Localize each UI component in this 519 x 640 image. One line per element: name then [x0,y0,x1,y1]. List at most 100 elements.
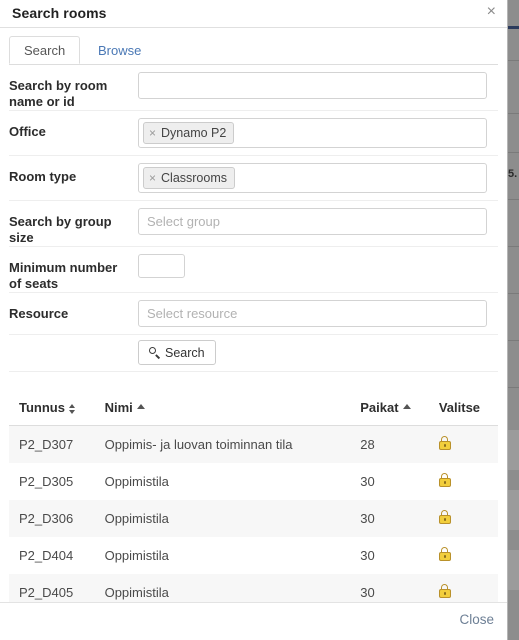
group-size-input[interactable] [138,208,487,235]
search-button[interactable]: Search [138,340,216,365]
room-name-input[interactable] [138,72,487,99]
sort-asc-icon[interactable] [136,404,145,409]
background-rule [508,387,519,388]
column-header-paikat[interactable]: Paikat [360,394,439,426]
label-room-name: Search by room name or id [9,78,108,109]
column-header-valitse: Valitse [438,394,498,426]
lock-icon[interactable] [438,584,451,598]
room-type-token-field[interactable]: × Classrooms [138,163,487,193]
room-type-token-label: Classrooms [161,170,228,185]
cell-valitse [438,537,498,574]
sort-asc-icon[interactable] [402,404,411,409]
table-row[interactable]: P2_D307 Oppimis- ja luovan toiminnan til… [9,425,498,464]
tab-bar: Search Browse [9,36,498,65]
office-token-label: Dynamo P2 [161,125,227,140]
control-min-seats [138,247,498,285]
min-seats-input[interactable] [138,254,185,278]
background-rule [508,199,519,200]
lock-keyhole [443,518,446,521]
modal-title: Search rooms [12,5,107,21]
background-rule [508,152,519,153]
column-header-nimi-label: Nimi [104,400,133,415]
label-room-type: Room type [9,169,77,184]
cell-nimi: Oppimistila [104,548,169,563]
form-row-submit: Search [9,335,498,372]
search-form: Search by room name or id Office × Dynam… [9,65,498,372]
cell-tunnus: P2_D307 [19,437,74,452]
lock-keyhole [443,555,446,558]
results-table: Tunnus Nimi Paikat Valitse P2_D307 Oppim… [9,394,498,611]
cell-paikat: 30 [360,474,375,489]
background-navbar-accent [508,26,519,29]
lock-icon[interactable] [438,547,451,561]
cell-nimi: Oppimistila [104,474,169,489]
background-rule [508,246,519,247]
cell-paikat: 30 [360,548,375,563]
resource-input[interactable] [138,300,487,327]
submit-control: Search [138,335,216,371]
magnifier-icon [149,347,160,358]
column-header-tunnus-label: Tunnus [19,400,65,415]
form-row-room-type: Room type × Classrooms [9,156,498,201]
lock-keyhole [443,481,446,484]
cell-tunnus: P2_D404 [19,548,74,563]
office-token[interactable]: × Dynamo P2 [143,122,235,144]
form-row-group-size: Search by group size [9,201,498,247]
table-row[interactable]: P2_D306 Oppimistila 30 [9,500,498,537]
tab-search[interactable]: Search [9,36,81,64]
results-section: Tunnus Nimi Paikat Valitse P2_D307 Oppim… [9,394,498,611]
cell-valitse [438,500,498,537]
cell-paikat: 28 [360,437,375,452]
control-room-type: × Classrooms [138,156,498,200]
lock-icon[interactable] [438,473,451,487]
cell-paikat: 30 [360,511,375,526]
column-header-paikat-label: Paikat [360,400,399,415]
close-button[interactable]: Close [459,612,494,627]
tab-browse[interactable]: Browse [83,36,156,64]
background-page-strip: 5. [508,0,519,640]
background-visible-text: 5. [508,168,518,180]
submit-spacer [9,335,138,371]
form-row-resource: Resource [9,293,498,335]
label-min-seats: Minimum number of seats [9,260,118,291]
background-block [508,490,519,530]
background-rule [508,340,519,341]
cell-valitse [438,426,498,464]
search-rooms-modal: Search rooms × Search Browse Search by r… [0,0,508,640]
remove-token-icon[interactable]: × [149,124,156,143]
table-row[interactable]: P2_D305 Oppimistila 30 [9,463,498,500]
results-table-head: Tunnus Nimi Paikat Valitse [9,394,498,426]
modal-footer: Close [0,602,507,640]
remove-token-icon[interactable]: × [149,169,156,188]
control-office: × Dynamo P2 [138,111,498,155]
search-button-label: Search [165,345,205,360]
label-group-size: Search by group size [9,214,112,245]
column-header-nimi[interactable]: Nimi [104,394,361,426]
control-resource [138,293,498,334]
table-row[interactable]: P2_D404 Oppimistila 30 [9,537,498,574]
label-resource: Resource [9,306,69,321]
background-rule [508,113,519,114]
lock-icon[interactable] [438,436,451,450]
office-token-field[interactable]: × Dynamo P2 [138,118,487,148]
results-header-row: Tunnus Nimi Paikat Valitse [9,394,498,426]
lock-icon[interactable] [438,510,451,524]
column-header-valitse-label: Valitse [438,400,481,415]
room-type-token[interactable]: × Classrooms [143,167,236,189]
background-rule [508,60,519,61]
lock-keyhole [443,592,446,595]
control-room-name [138,65,498,106]
modal-header: Search rooms × [0,0,507,28]
cell-tunnus: P2_D305 [19,474,74,489]
form-row-min-seats: Minimum number of seats [9,247,498,293]
cell-nimi: Oppimistila [104,511,169,526]
cell-valitse [438,463,498,500]
form-row-room-name: Search by room name or id [9,65,498,111]
column-header-tunnus[interactable]: Tunnus [9,394,105,426]
cell-nimi: Oppimis- ja luovan toiminnan tila [104,437,293,452]
lock-keyhole [443,444,446,447]
background-block [508,430,519,470]
cell-tunnus: P2_D306 [19,511,74,526]
sort-both-icon[interactable] [68,403,76,415]
close-x-icon[interactable]: × [487,3,496,21]
